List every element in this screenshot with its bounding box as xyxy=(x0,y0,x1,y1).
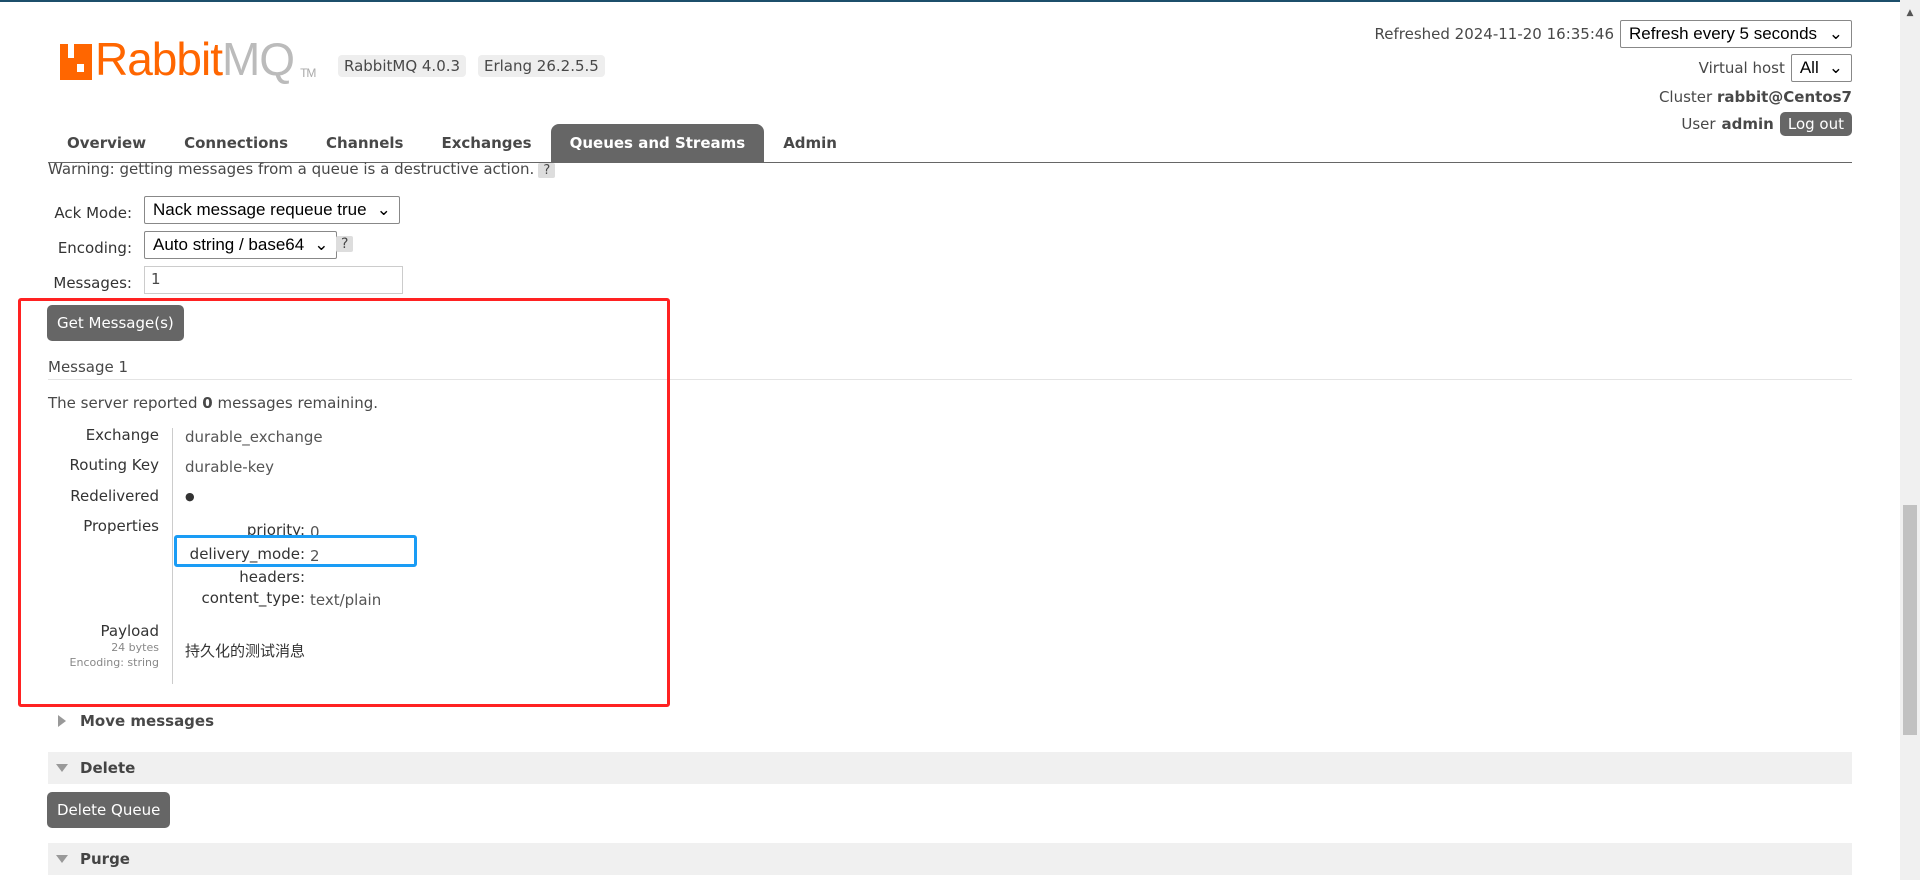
cluster-value: rabbit@Centos7 xyxy=(1716,88,1852,106)
help-button[interactable]: ? xyxy=(538,163,556,178)
warning-message: Warning: getting messages from a queue i… xyxy=(48,160,535,178)
logo-text: Rabbit xyxy=(95,33,223,85)
rabbit-logo-icon xyxy=(60,44,92,80)
purge-label: Purge xyxy=(80,850,130,868)
cluster-info: Cluster rabbit@Centos7 xyxy=(1659,88,1852,106)
cluster-label: Cluster xyxy=(1658,88,1713,106)
delete-section[interactable]: Delete xyxy=(48,752,1852,784)
chevron-down-icon: ⌄ xyxy=(1828,58,1843,77)
tab-overview[interactable]: Overview xyxy=(48,124,165,162)
delete-label: Delete xyxy=(80,759,136,777)
triangle-down-icon xyxy=(56,764,68,772)
encoding-select[interactable]: Auto string / base64 ⌄ xyxy=(144,231,338,259)
purge-section[interactable]: Purge xyxy=(48,843,1852,875)
refresh-select[interactable]: Refresh every 5 seconds ⌄ xyxy=(1620,20,1852,48)
vhost-select-value: All xyxy=(1799,58,1819,77)
top-border xyxy=(0,0,1900,2)
tab-channels[interactable]: Channels xyxy=(307,124,422,162)
logout-button[interactable]: Log out xyxy=(1779,112,1852,136)
tab-admin[interactable]: Admin xyxy=(764,124,856,162)
encoding-label: Encoding: xyxy=(57,239,132,257)
encoding-value: Auto string / base64 xyxy=(153,235,305,254)
ack-mode-select[interactable]: Nack message requeue true ⌄ xyxy=(144,196,400,224)
tab-connections[interactable]: Connections xyxy=(165,124,307,162)
user-value: admin xyxy=(1721,115,1774,133)
messages-input[interactable]: 1 xyxy=(144,266,403,294)
annotation-blue-box xyxy=(174,535,417,567)
chevron-down-icon: ⌄ xyxy=(314,235,329,254)
logo-text-mq: MQ xyxy=(221,33,295,85)
vhost-select[interactable]: All ⌄ xyxy=(1790,54,1852,82)
logo-tm: TM xyxy=(300,66,316,80)
move-messages-label: Move messages xyxy=(80,712,215,730)
refresh-select-value: Refresh every 5 seconds xyxy=(1629,24,1818,43)
scroll-up-icon[interactable]: ▲ xyxy=(1900,0,1920,18)
delete-queue-button[interactable]: Delete Queue xyxy=(47,792,171,828)
ack-mode-label: Ack Mode: xyxy=(54,204,132,222)
vhost-label: Virtual host xyxy=(1698,59,1785,77)
scrollbar[interactable]: ▲ xyxy=(1900,0,1920,880)
triangle-right-icon xyxy=(58,715,66,727)
refreshed-time: Refreshed 2024-11-20 16:35:46 xyxy=(1374,25,1614,43)
tab-queues-and-streams[interactable]: Queues and Streams xyxy=(550,124,765,162)
chevron-down-icon: ⌄ xyxy=(376,200,391,219)
main-nav: Overview Connections Channels Exchanges … xyxy=(48,124,856,162)
ack-mode-value: Nack message requeue true xyxy=(153,200,367,219)
move-messages-section[interactable]: Move messages xyxy=(48,712,214,730)
messages-label: Messages: xyxy=(53,274,132,292)
tab-exchanges[interactable]: Exchanges xyxy=(422,124,550,162)
chevron-down-icon: ⌄ xyxy=(1828,24,1843,43)
rabbitmq-version: RabbitMQ 4.0.3 xyxy=(338,55,467,77)
annotation-red-box xyxy=(18,298,670,707)
rabbitmq-logo: Rabbit MQ TM xyxy=(60,32,316,86)
erlang-version: Erlang 26.2.5.5 xyxy=(478,55,605,77)
encoding-help-button[interactable]: ? xyxy=(336,236,354,252)
scrollbar-thumb[interactable] xyxy=(1903,505,1917,735)
user-label: User xyxy=(1681,115,1716,133)
triangle-down-icon xyxy=(56,855,68,863)
warning-text: Warning: getting messages from a queue i… xyxy=(48,160,556,178)
